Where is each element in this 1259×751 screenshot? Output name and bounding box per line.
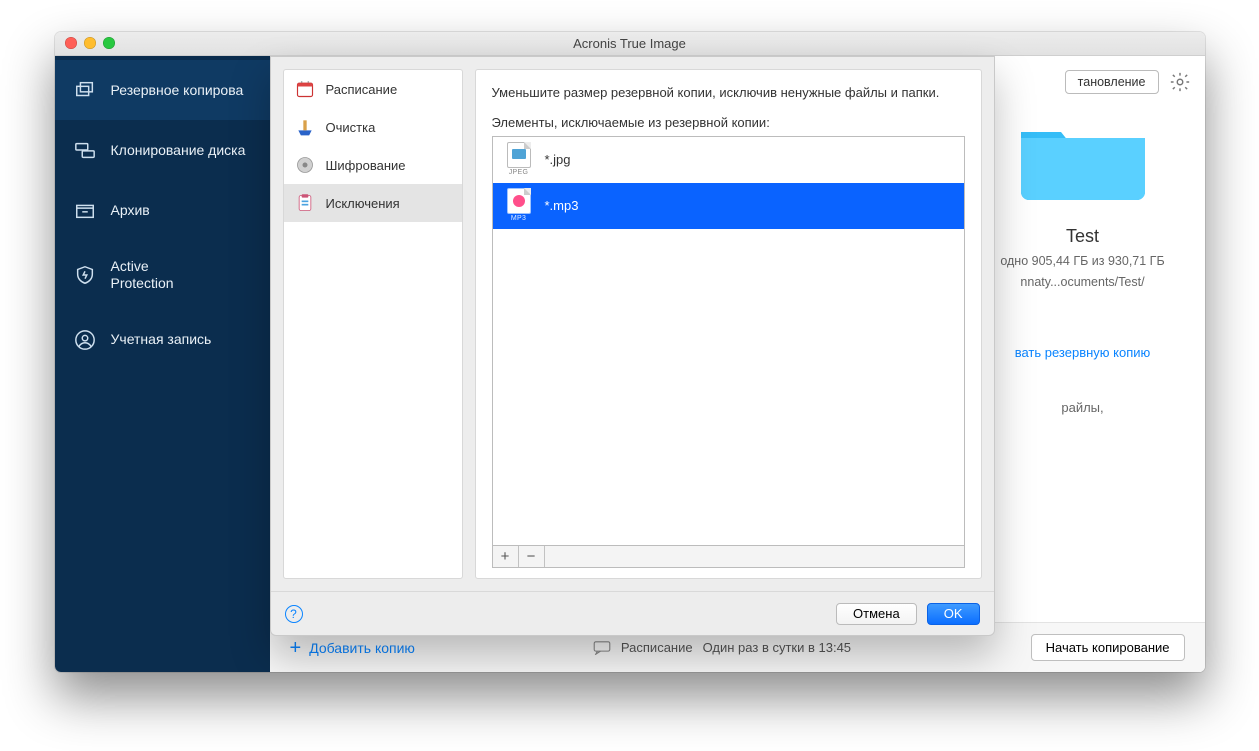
sidebar: Резервное копирова Клонирование диска Ар…	[55, 56, 270, 672]
minimize-window[interactable]	[84, 37, 96, 49]
sidebar-item-label: Учетная запись	[111, 331, 212, 348]
schedule-info[interactable]: Расписание Один раз в сутки в 13:45	[593, 640, 851, 655]
start-backup-button[interactable]: Начать копирование	[1031, 634, 1185, 661]
folder-icon	[1013, 108, 1153, 208]
sidebar-item-clone[interactable]: Клонирование диска	[55, 120, 270, 180]
schedule-value: Один раз в сутки в 13:45	[703, 640, 851, 655]
sidebar-item-archive[interactable]: Архив	[55, 180, 270, 240]
toolbar-right: тановление	[1065, 70, 1191, 94]
settings-tab-encryption[interactable]: Шифрование	[284, 146, 462, 184]
sheet-footer: ? Отмена OK	[271, 591, 994, 635]
exclusions-list-label: Элементы, исключаемые из резервной копии…	[492, 115, 965, 130]
file-type-caption: JPEG	[509, 169, 528, 176]
exclusion-add-remove: + −	[492, 546, 965, 568]
remove-exclusion-button[interactable]: −	[519, 546, 545, 567]
destination-path: nnaty...ocuments/Test/	[1020, 275, 1144, 289]
sidebar-item-label: Архив	[111, 202, 150, 219]
sidebar-item-backup[interactable]: Резервное копирова	[55, 60, 270, 120]
add-exclusion-button[interactable]: +	[493, 546, 519, 567]
settings-tab-cleanup[interactable]: Очистка	[284, 108, 462, 146]
titlebar[interactable]: Acronis True Image	[55, 32, 1205, 56]
settings-tab-label: Расписание	[326, 82, 398, 97]
settings-tab-exclusions[interactable]: Исключения	[284, 184, 462, 222]
destination-free: одно 905,44 ГБ из 930,71 ГБ	[1000, 253, 1164, 269]
exclusion-row[interactable]: JPEG *.jpg	[493, 137, 964, 183]
zoom-window[interactable]	[103, 37, 115, 49]
schedule-label: Расписание	[621, 640, 693, 655]
user-icon	[73, 328, 97, 352]
settings-sheet: Расписание Очистка Шифрование	[270, 56, 995, 636]
exclusions-hint: Уменьшите размер резервной копии, исключ…	[492, 84, 965, 103]
archive-icon	[73, 198, 97, 222]
stack-icon	[73, 78, 97, 102]
destination-name: Test	[1066, 226, 1099, 247]
exclusion-row[interactable]: MP3 *.mp3	[493, 183, 964, 229]
ok-button[interactable]: OK	[927, 603, 980, 625]
window-title: Acronis True Image	[573, 36, 686, 51]
create-backup-link[interactable]: вать резервную копию	[1015, 345, 1151, 360]
settings-tab-label: Шифрование	[326, 158, 406, 173]
plus-icon: +	[290, 638, 302, 658]
destination-panel: Test одно 905,44 ГБ из 930,71 ГБ nnaty..…	[983, 108, 1183, 415]
sidebar-item-active-protection[interactable]: Active Protection	[55, 240, 270, 310]
shield-bolt-icon	[73, 263, 97, 287]
exclusions-list[interactable]: JPEG *.jpg MP3 *.mp3	[492, 136, 965, 546]
close-window[interactable]	[65, 37, 77, 49]
sidebar-item-label: Резервное копирова	[111, 82, 244, 99]
file-type-icon: MP3	[505, 188, 533, 222]
brush-icon	[294, 116, 316, 138]
disk-clone-icon	[73, 138, 97, 162]
settings-sidebar: Расписание Очистка Шифрование	[283, 69, 463, 579]
sidebar-item-label: Клонирование диска	[111, 142, 246, 159]
calendar-icon	[294, 78, 316, 100]
restore-segment-button[interactable]: тановление	[1065, 70, 1159, 94]
exclusion-pattern: *.mp3	[545, 198, 579, 213]
add-copy-button[interactable]: + Добавить копию	[290, 638, 415, 658]
settings-tab-schedule[interactable]: Расписание	[284, 70, 462, 108]
settings-tab-label: Очистка	[326, 120, 376, 135]
chat-icon	[593, 641, 611, 655]
help-icon[interactable]: ?	[285, 605, 303, 623]
add-copy-label: Добавить копию	[309, 640, 415, 656]
clipboard-icon	[294, 192, 316, 214]
settings-tab-label: Исключения	[326, 196, 400, 211]
file-type-caption: MP3	[511, 215, 526, 222]
app-window: Acronis True Image Резервное копирова Кл…	[55, 32, 1205, 672]
file-type-icon: JPEG	[505, 142, 533, 176]
destination-note: райлы,	[1061, 400, 1103, 415]
disc-lock-icon	[294, 154, 316, 176]
sidebar-item-account[interactable]: Учетная запись	[55, 310, 270, 370]
window-controls	[65, 37, 115, 49]
cancel-button[interactable]: Отмена	[836, 603, 917, 625]
settings-gear-icon[interactable]	[1169, 71, 1191, 93]
exclusion-pattern: *.jpg	[545, 152, 571, 167]
exclusions-panel: Уменьшите размер резервной копии, исключ…	[475, 69, 982, 579]
sidebar-item-label: Active Protection	[111, 258, 174, 292]
